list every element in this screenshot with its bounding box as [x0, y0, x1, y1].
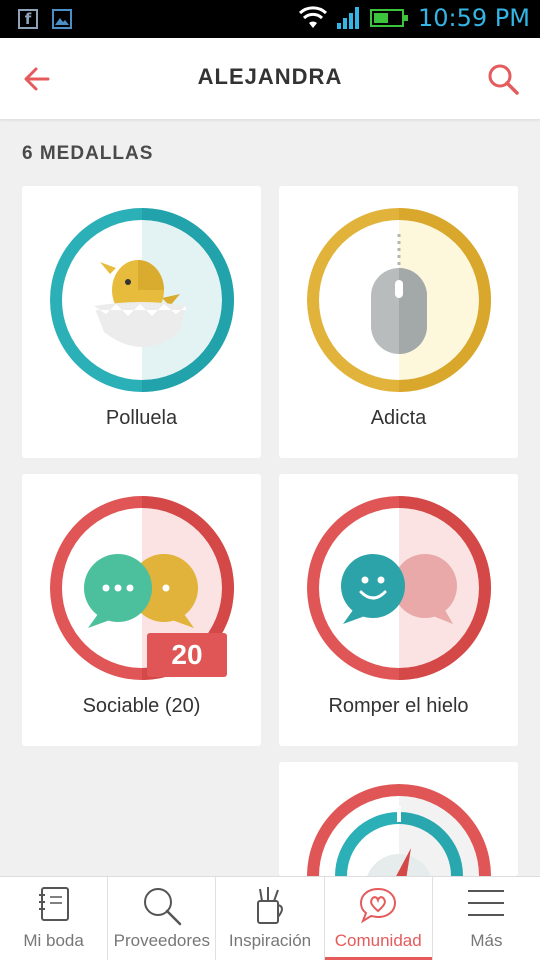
count-badge: 20 — [147, 633, 227, 677]
medal-label: Sociable (20) — [82, 695, 201, 717]
nav-comunidad[interactable]: Comunidad — [324, 877, 433, 960]
nav-label: Proveedores — [113, 931, 210, 950]
nav-label: Más — [470, 931, 503, 950]
signal-icon — [337, 7, 360, 29]
medal-card-polluela[interactable]: Polluela — [22, 186, 261, 458]
image-icon — [52, 9, 72, 29]
cup-icon — [257, 887, 283, 924]
nav-mas[interactable]: Más — [433, 877, 540, 960]
compass-medal-icon — [307, 784, 491, 876]
medal-card-romper-el-hielo[interactable]: Romper el hielo — [279, 474, 518, 746]
page-title: ALEJANDRA — [197, 64, 343, 89]
medal-label: Polluela — [105, 407, 178, 429]
chick-medal-icon — [50, 208, 234, 392]
status-bar: f 10:59 PM — [0, 0, 540, 38]
nav-mi-boda[interactable]: Mi boda — [0, 877, 109, 960]
medal-label: Adicta — [370, 407, 427, 429]
medal-card-sociable[interactable]: 20 Sociable (20) — [22, 474, 261, 746]
medal-card-adicta[interactable]: Adicta — [279, 186, 518, 458]
clock: 10:59 PM — [418, 4, 530, 32]
notebook-icon — [38, 887, 69, 921]
smile-chat-medal-icon — [307, 496, 491, 680]
battery-icon — [370, 9, 409, 27]
nav-label: Comunidad — [334, 931, 422, 950]
search-icon — [143, 888, 182, 926]
app-bar: ALEJANDRA — [0, 38, 540, 120]
facebook-icon: f — [18, 9, 38, 29]
medal-card-compass[interactable] — [279, 762, 518, 876]
medal-label: Romper el hielo — [328, 695, 469, 717]
wifi-icon — [298, 6, 328, 28]
nav-label: Mi boda — [23, 931, 84, 950]
bottom-navigation: Mi boda Proveedores Inspiración Comunida… — [0, 876, 540, 960]
search-icon[interactable] — [486, 62, 520, 96]
nav-label: Inspiración — [228, 931, 312, 950]
menu-icon — [468, 890, 505, 916]
heart-chat-icon — [360, 887, 397, 924]
count-badge-value: 20 — [171, 639, 203, 670]
mouse-medal-icon — [307, 208, 491, 392]
nav-inspiracion[interactable]: Inspiración — [216, 877, 325, 960]
nav-proveedores[interactable]: Proveedores — [108, 877, 217, 960]
medals-count-title: 6 MEDALLAS — [22, 143, 154, 164]
